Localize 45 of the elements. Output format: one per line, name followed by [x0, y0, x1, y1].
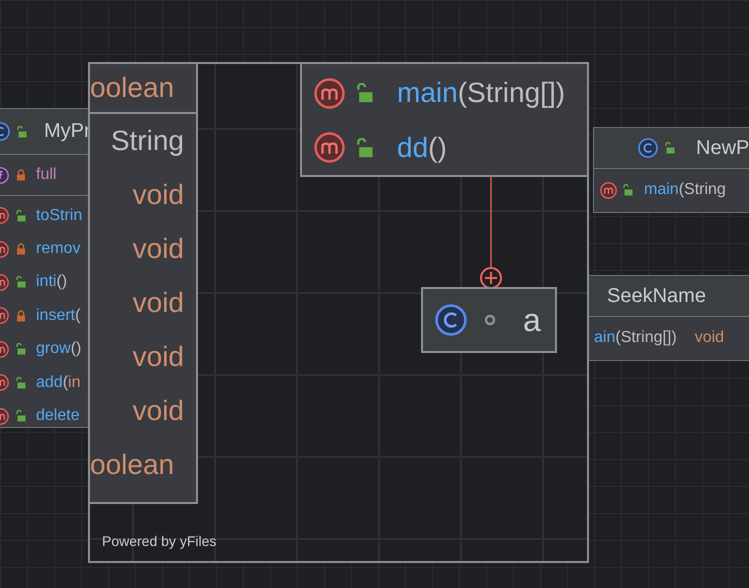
return-type: String	[110, 124, 185, 158]
return-type: void	[132, 286, 185, 320]
return-type: void	[694, 329, 726, 347]
method-signature: insert(	[36, 306, 80, 325]
unlocked-padlock-icon	[355, 83, 375, 104]
class-icon	[638, 138, 658, 158]
return-type: void	[132, 178, 185, 212]
dot-icon	[483, 313, 497, 327]
method-signature: dd()	[397, 132, 447, 164]
padlock-icon	[15, 169, 27, 181]
field-name: full	[36, 166, 56, 184]
unlocked-padlock-icon	[355, 138, 375, 158]
method-signature: grow()	[36, 340, 82, 358]
unlocked-padlock-icon	[15, 210, 27, 222]
unlocked-padlock-icon	[664, 142, 676, 154]
unlocked-padlock-icon	[622, 184, 634, 196]
unlocked-padlock-icon	[15, 343, 27, 356]
return-type: void	[132, 232, 185, 266]
method-icon	[314, 132, 345, 164]
padlock-icon	[15, 243, 27, 256]
return-type: oolean	[90, 72, 174, 104]
unlocked-padlock-icon	[16, 126, 28, 138]
unlocked-padlock-icon	[15, 376, 27, 389]
return-type: void	[132, 340, 185, 374]
method-signature: delete	[36, 407, 80, 426]
method-signature: main(String	[644, 181, 726, 199]
class-name: MyPr	[44, 120, 91, 143]
class-name: a	[523, 302, 541, 338]
unlocked-padlock-icon	[15, 276, 27, 288]
method-icon	[314, 78, 345, 109]
padlock-icon	[15, 310, 27, 322]
method-signature: main(String[])	[397, 77, 566, 110]
method-signature: add(in	[36, 374, 80, 392]
method-signature: toStrin	[36, 206, 82, 225]
method-signature: remov	[36, 240, 80, 258]
class-icon	[435, 304, 467, 336]
footer-text: Powered by yFiles	[102, 533, 216, 549]
method-signature: ain(String[])	[594, 329, 677, 347]
return-type: oolean	[90, 448, 176, 482]
class-name: SeekName	[607, 284, 706, 308]
return-type: void	[132, 394, 185, 428]
class-name: NewP	[696, 136, 749, 160]
method-icon	[600, 182, 617, 198]
unlocked-padlock-icon	[15, 410, 27, 422]
method-signature: inti()	[36, 273, 68, 292]
